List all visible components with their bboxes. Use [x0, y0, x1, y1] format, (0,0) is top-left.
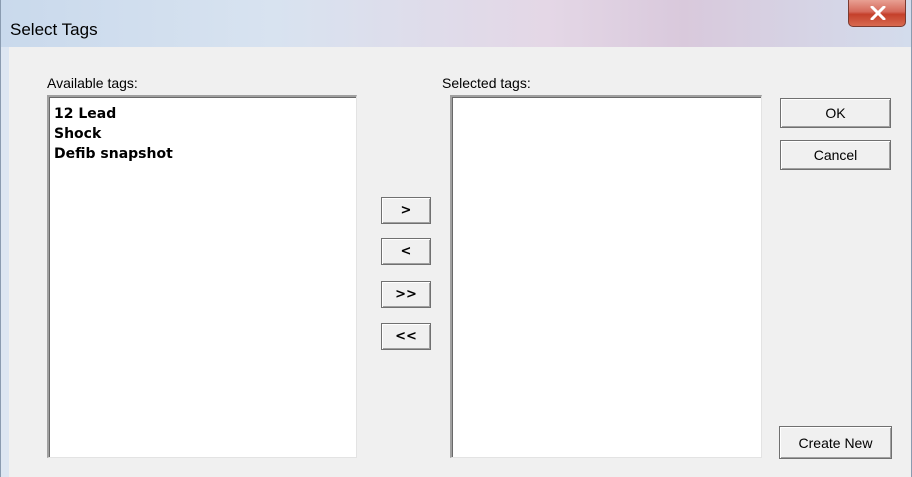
- list-item[interactable]: 12 Lead: [49, 104, 356, 124]
- close-icon: [870, 6, 886, 20]
- create-new-button[interactable]: Create New: [779, 426, 892, 459]
- remove-all-tags-button[interactable]: <<: [381, 323, 431, 350]
- window-title: Select Tags: [10, 20, 98, 39]
- add-tag-button[interactable]: >: [381, 197, 431, 224]
- dialog-client-area: Available tags: 12 Lead Shock Defib snapsh…: [9, 47, 911, 477]
- select-tags-dialog: Select Tags Available tags: 12 Lead Shock…: [0, 0, 912, 477]
- selected-tags-label: Selected tags:: [442, 75, 531, 91]
- available-tags-list[interactable]: 12 Lead Shock Defib snapshot: [47, 95, 357, 458]
- close-button[interactable]: [848, 0, 906, 27]
- list-item[interactable]: Shock: [49, 124, 356, 144]
- available-tags-label: Available tags:: [47, 75, 138, 91]
- add-all-tags-button[interactable]: >>: [381, 281, 431, 308]
- title-bar[interactable]: Select Tags: [1, 0, 911, 47]
- selected-tags-list[interactable]: [450, 95, 762, 458]
- cancel-button[interactable]: Cancel: [780, 140, 891, 170]
- list-item[interactable]: Defib snapshot: [49, 144, 356, 164]
- window-frame: [1, 47, 9, 477]
- remove-tag-button[interactable]: <: [381, 238, 431, 265]
- ok-button[interactable]: OK: [780, 98, 891, 128]
